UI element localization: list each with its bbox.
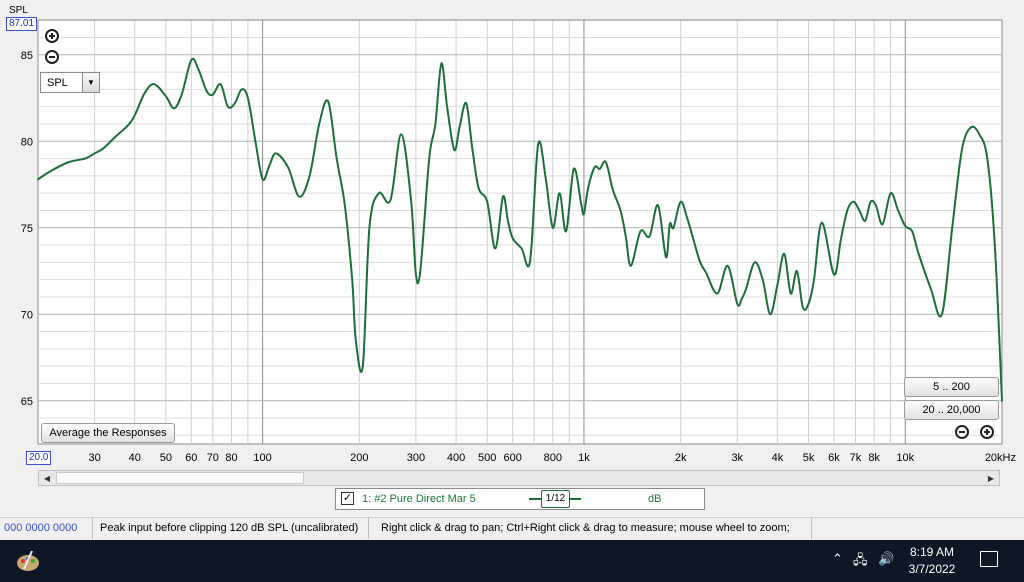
range-5-200-button[interactable]: 5 .. 200 xyxy=(904,377,999,397)
x-tick-label: 7k xyxy=(850,452,862,464)
status-bar: 000 0000 0000 Peak input before clipping… xyxy=(0,517,1024,540)
scroll-thumb[interactable] xyxy=(56,472,304,484)
notification-icon[interactable] xyxy=(980,551,998,567)
legend-smoothing-indicator[interactable]: 1/12 xyxy=(529,490,581,508)
x-tick-label: 500 xyxy=(478,452,496,464)
horizontal-scrollbar[interactable]: ◀ ▶ xyxy=(38,470,1000,486)
y-axis-tick-labels: 65 70 75 80 85 xyxy=(21,50,33,408)
x-tick-label: 5k xyxy=(803,452,815,464)
measurement-type-select[interactable]: SPL ▼ xyxy=(40,72,100,93)
frequency-response-chart[interactable]: 65 70 75 80 85 30 40 50 60 70 80 100 200 300 400 500 60… xyxy=(0,0,1024,470)
x-min-value-box[interactable]: 20.0 xyxy=(26,451,52,465)
zoom-in-horizontal-icon[interactable] xyxy=(980,425,994,439)
x-tick-label: 400 xyxy=(447,452,465,464)
x-tick-label: 8k xyxy=(868,452,880,464)
x-tick-label: 4k xyxy=(772,452,784,464)
x-tick-label: 100 xyxy=(253,452,271,464)
rew-app-icon[interactable] xyxy=(14,547,42,575)
legend-measurement-name: 1: #2 Pure Direct Mar 5 xyxy=(362,493,476,505)
y-max-value-box[interactable]: 87.01 xyxy=(6,17,38,31)
status-counter: 000 0000 0000 xyxy=(0,518,93,539)
y-tick-label: 75 xyxy=(21,223,33,235)
zoom-out-vertical-icon[interactable] xyxy=(45,50,59,64)
scroll-right-icon[interactable]: ▶ xyxy=(983,471,999,485)
scroll-left-icon[interactable]: ◀ xyxy=(39,471,55,485)
chevron-down-icon[interactable]: ▼ xyxy=(82,73,99,92)
windows-taskbar: ⌃ 🖧 🔊 8:19 AM 3/7/2022 xyxy=(0,540,1024,582)
x-tick-label: 50 xyxy=(160,452,172,464)
x-tick-label: 10k xyxy=(896,452,914,464)
y-tick-label: 70 xyxy=(21,309,33,321)
legend-smoothing-label: 1/12 xyxy=(541,490,570,508)
zoom-in-vertical-icon[interactable] xyxy=(45,29,59,43)
zoom-out-horizontal-icon[interactable] xyxy=(955,425,969,439)
x-tick-label: 2k xyxy=(675,452,687,464)
status-peak-input: Peak input before clipping 120 dB SPL (u… xyxy=(96,518,369,539)
clock-time: 8:19 AM xyxy=(909,545,955,559)
plot-area-background xyxy=(37,19,1003,445)
x-tick-label: 40 xyxy=(129,452,141,464)
x-tick-label: 20kHz xyxy=(985,452,1016,464)
clock-date: 3/7/2022 xyxy=(908,562,956,576)
x-tick-label: 3k xyxy=(731,452,743,464)
y-unit-label: SPL xyxy=(9,5,28,16)
x-tick-label: 30 xyxy=(88,452,100,464)
x-tick-label: 600 xyxy=(503,452,521,464)
x-axis-tick-labels: 30 40 50 60 70 80 100 200 300 400 500 600 800 1k 2k 3k 4… xyxy=(88,452,1016,464)
chevron-up-icon[interactable]: ⌃ xyxy=(832,551,843,567)
x-tick-label: 6k xyxy=(828,452,840,464)
x-tick-label: 70 xyxy=(207,452,219,464)
y-tick-label: 85 xyxy=(21,50,33,62)
x-tick-label: 800 xyxy=(544,452,562,464)
x-tick-label: 300 xyxy=(407,452,425,464)
x-tick-label: 60 xyxy=(185,452,197,464)
y-tick-label: 65 xyxy=(21,396,33,408)
range-20-20000-button[interactable]: 20 .. 20,000 xyxy=(904,400,999,420)
x-tick-label: 80 xyxy=(225,452,237,464)
measurement-type-value: SPL xyxy=(47,76,68,89)
legend-units: dB xyxy=(648,493,662,505)
status-hint: Right click & drag to pan; Ctrl+Right cl… xyxy=(377,518,812,539)
trace-legend: ✓ 1: #2 Pure Direct Mar 5 1/12 dB xyxy=(335,488,705,510)
speaker-icon[interactable]: 🔊 xyxy=(878,551,894,567)
y-tick-label: 80 xyxy=(21,136,33,148)
legend-visibility-checkbox[interactable]: ✓ xyxy=(341,492,354,505)
taskbar-clock[interactable]: 8:19 AM 3/7/2022 xyxy=(902,544,962,578)
average-responses-button[interactable]: Average the Responses xyxy=(41,423,175,443)
rew-spl-window: 65 70 75 80 85 30 40 50 60 70 80 100 200 300 400 500 60… xyxy=(0,0,1024,540)
network-icon[interactable]: 🖧 xyxy=(853,551,868,573)
x-tick-label: 200 xyxy=(350,452,368,464)
x-tick-label: 1k xyxy=(578,452,590,464)
